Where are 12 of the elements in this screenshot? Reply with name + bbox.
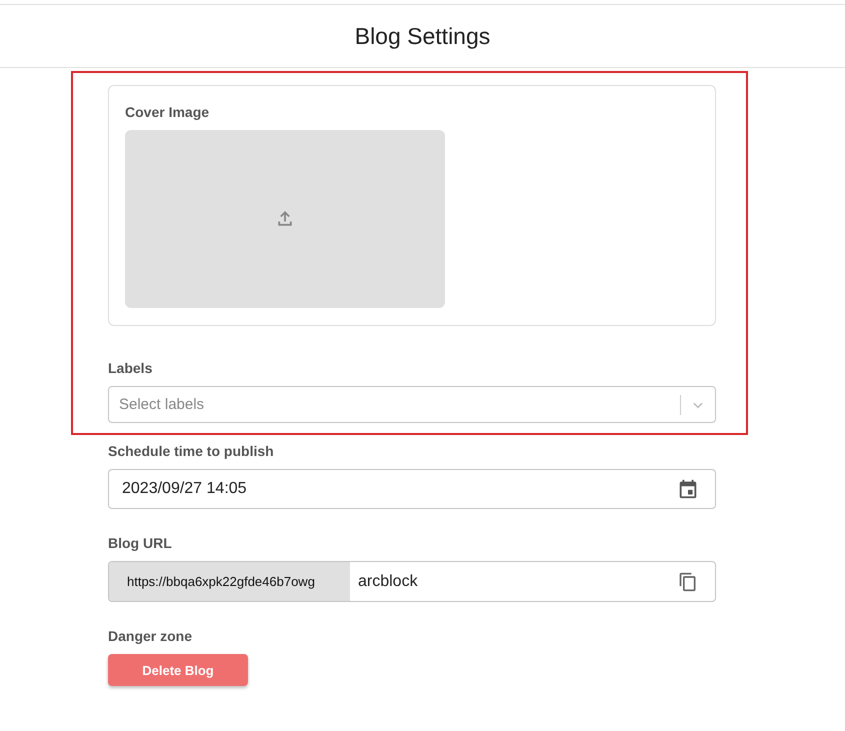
url-field[interactable]: https://bbqa6xpk22gfde46b7owg arcblock <box>108 561 716 602</box>
datetime-field[interactable]: 2023/09/27 14:05 <box>108 469 716 509</box>
field-label: Schedule time to publish <box>108 443 275 459</box>
url-prefix: https://bbqa6xpk22gfde46b7owg <box>109 562 350 601</box>
calendar-icon[interactable] <box>677 478 699 500</box>
page-title: Blog Settings <box>354 22 490 50</box>
field-label: Danger zone <box>108 628 194 644</box>
field-label: Labels <box>108 360 154 376</box>
labels-select[interactable]: Select labels <box>108 386 716 423</box>
field-label: Cover Image <box>125 104 210 120</box>
copy-icon[interactable] <box>678 572 698 592</box>
field-label: Blog URL <box>108 535 173 551</box>
